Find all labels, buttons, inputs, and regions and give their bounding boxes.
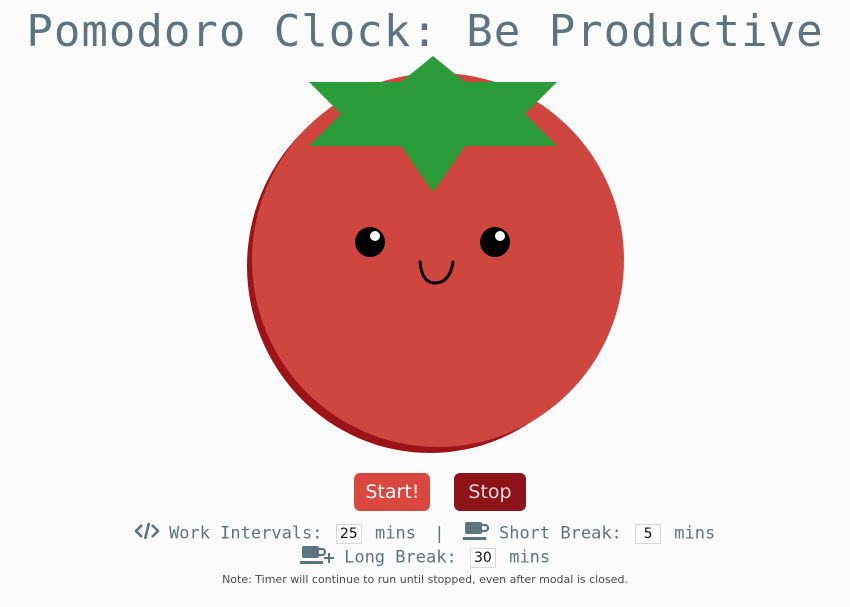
- tomato-svg: [247, 56, 624, 453]
- coffee-cup-plus-icon: [299, 545, 334, 570]
- start-button[interactable]: Start!: [354, 473, 431, 511]
- work-interval-label: Work Intervals:: [168, 523, 323, 544]
- tomato-illustration: [240, 52, 640, 462]
- work-interval-unit: mins: [375, 523, 416, 544]
- divider: |: [434, 523, 445, 544]
- timer-controls: Start! Stop: [0, 473, 850, 511]
- work-interval-input[interactable]: [335, 523, 362, 544]
- right-eye: [480, 227, 510, 257]
- short-break-label: Short Break:: [498, 523, 622, 544]
- interval-settings-row: Work Intervals: mins | Short Break: mins: [0, 521, 850, 546]
- long-break-settings-row: Long Break: mins: [0, 545, 850, 570]
- short-break-unit: mins: [674, 523, 716, 544]
- short-break-input[interactable]: [635, 523, 662, 544]
- stop-button[interactable]: Stop: [454, 473, 526, 511]
- long-break-input[interactable]: [469, 547, 496, 568]
- long-break-unit: mins: [509, 547, 551, 568]
- left-eye: [355, 227, 385, 257]
- coffee-cup-icon: [462, 521, 489, 546]
- timer-note: Note: Timer will continue to run until s…: [222, 573, 628, 586]
- page-title: Pomodoro Clock: Be Productive: [26, 6, 824, 57]
- long-break-label: Long Break:: [344, 547, 457, 568]
- code-icon: [133, 522, 160, 545]
